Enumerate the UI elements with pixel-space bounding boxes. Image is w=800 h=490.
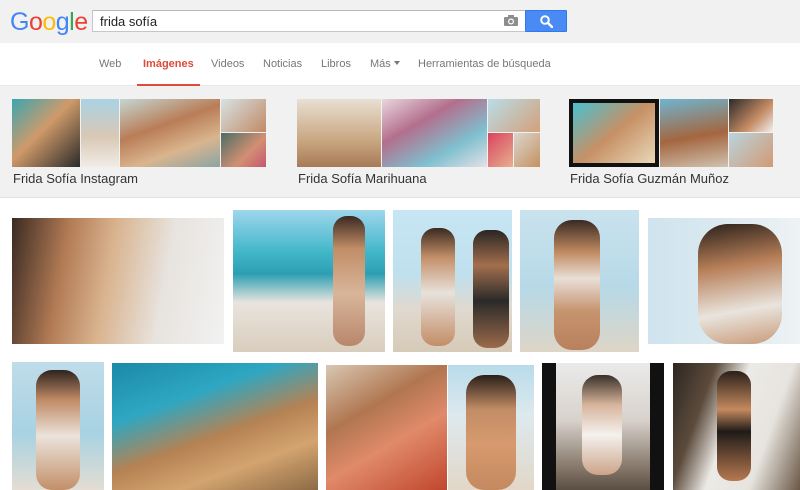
caret-down-icon (393, 61, 400, 65)
related-thumbnail[interactable] (221, 99, 266, 132)
tab-search-tools[interactable]: Herramientas de búsqueda (418, 43, 551, 86)
related-searches: Frida Sofía Instagram Frida Sofía Marihu… (0, 86, 800, 198)
related-thumbnail[interactable] (12, 99, 80, 167)
tab-label: Videos (211, 58, 245, 70)
tab-more[interactable]: Más (370, 43, 400, 86)
tab-label: Imágenes (143, 58, 194, 70)
tab-videos[interactable]: Videos (211, 43, 244, 86)
image-result[interactable] (12, 362, 104, 490)
tab-label: Web (99, 58, 122, 70)
search-box[interactable] (92, 10, 526, 32)
tab-label: Libros (321, 58, 351, 70)
related-search-label[interactable]: Frida Sofía Instagram (13, 171, 138, 186)
related-thumbnail[interactable] (729, 133, 773, 167)
image-result[interactable] (673, 363, 800, 490)
image-results (0, 199, 800, 490)
logo-letter: G (10, 8, 29, 36)
google-images-page: Google Web Imágenes Videos Noticias Libr… (0, 0, 800, 490)
google-logo[interactable]: Google (10, 8, 88, 36)
tab-images[interactable]: Imágenes (137, 43, 200, 86)
related-thumbnail[interactable] (488, 99, 540, 132)
logo-letter: o (42, 8, 56, 36)
related-thumbnail[interactable] (221, 133, 266, 167)
magnifier-icon (540, 15, 553, 28)
related-search-label[interactable]: Frida Sofía Guzmán Muñoz (570, 171, 729, 186)
image-result[interactable] (542, 363, 664, 490)
tab-label: Herramientas de búsqueda (418, 58, 551, 70)
related-search-card[interactable]: Frida Sofía Guzmán Muñoz (569, 99, 773, 189)
image-result[interactable] (12, 218, 224, 344)
search-button[interactable] (525, 10, 567, 32)
image-result[interactable] (326, 365, 447, 490)
tab-label: Más (370, 58, 391, 70)
related-search-card[interactable]: Frida Sofía Instagram (12, 99, 266, 189)
related-thumbnail[interactable] (729, 99, 773, 132)
tab-label: Noticias (263, 58, 303, 70)
related-search-label[interactable]: Frida Sofía Marihuana (298, 171, 427, 186)
image-result[interactable] (233, 210, 385, 352)
tab-web[interactable]: Web (99, 43, 121, 86)
related-thumbnail[interactable] (297, 99, 381, 167)
logo-letter: g (55, 8, 70, 36)
related-thumbnail[interactable] (488, 133, 513, 167)
image-result[interactable] (393, 210, 512, 352)
header: Google (0, 0, 800, 43)
logo-letter: o (28, 8, 43, 36)
search-input[interactable] (100, 13, 500, 29)
related-thumbnail[interactable] (382, 99, 487, 167)
tab-news[interactable]: Noticias (263, 43, 302, 86)
related-thumbnail[interactable] (569, 99, 659, 167)
image-result[interactable] (520, 210, 639, 352)
search-tabs: Web Imágenes Videos Noticias Libros Más … (0, 43, 800, 86)
related-thumbnail[interactable] (514, 133, 540, 167)
related-thumbnail[interactable] (660, 99, 728, 167)
related-search-card[interactable]: Frida Sofía Marihuana (297, 99, 540, 189)
image-result[interactable] (448, 365, 534, 490)
tab-books[interactable]: Libros (321, 43, 351, 86)
camera-icon[interactable] (504, 15, 518, 26)
image-result[interactable] (112, 363, 318, 490)
related-thumbnail[interactable] (81, 99, 119, 167)
logo-letter: e (74, 8, 88, 36)
related-thumbnail[interactable] (120, 99, 220, 167)
image-result[interactable] (648, 218, 800, 344)
